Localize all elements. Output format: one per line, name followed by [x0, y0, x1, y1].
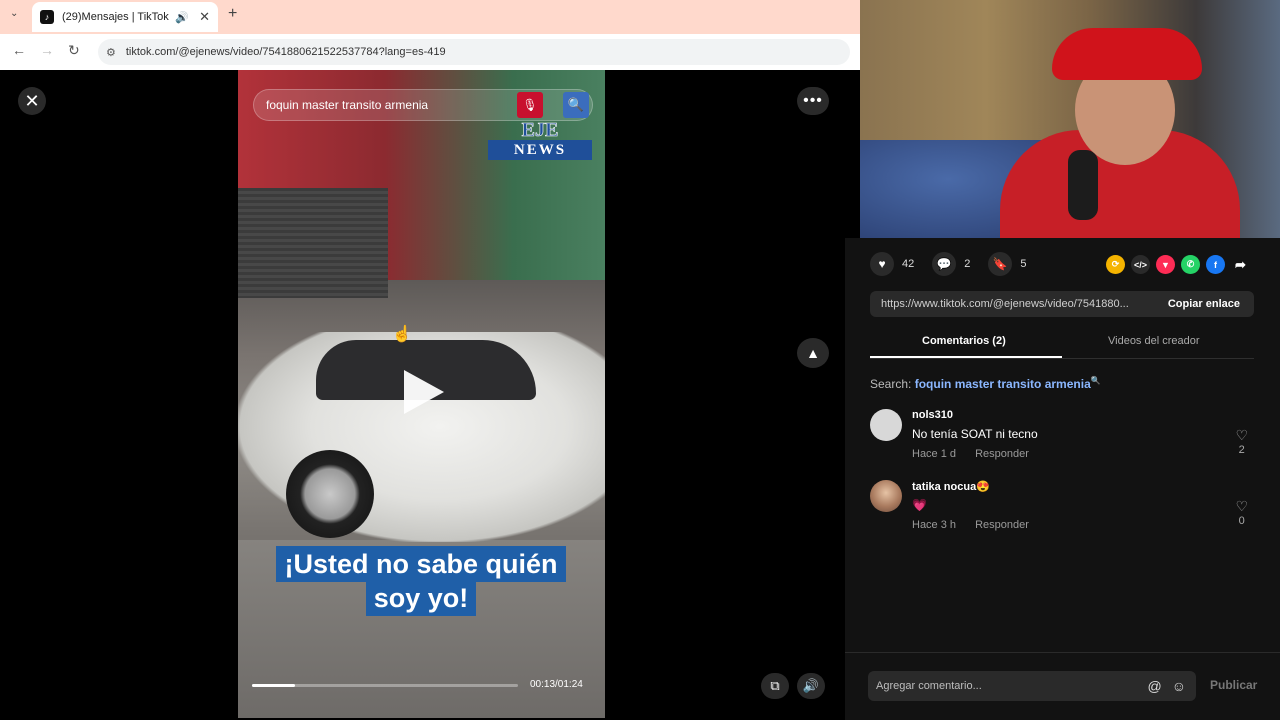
more-icon: •••	[803, 92, 823, 109]
send-icon[interactable]: ▼	[1156, 255, 1175, 274]
repost-icon[interactable]: ⟳	[1106, 255, 1125, 274]
tiktok-favicon-icon: ♪	[40, 10, 54, 24]
video-progress-fill	[252, 684, 295, 687]
active-tab-indicator	[870, 356, 1062, 358]
play-icon[interactable]	[404, 370, 444, 414]
share-arrow-icon[interactable]: ➦	[1231, 255, 1250, 274]
whatsapp-icon[interactable]: ✆	[1181, 255, 1200, 274]
related-search[interactable]: Search: foquin master transito armenia🔍	[870, 376, 1101, 391]
embed-icon[interactable]: </>	[1131, 255, 1150, 274]
comment-username[interactable]: tatika nocua😍	[912, 480, 990, 493]
tab-creator-videos[interactable]: Videos del creador	[1108, 335, 1200, 347]
comment-item: tatika nocua😍 💗 Hace 3 h Responder ♡ 0	[870, 480, 1254, 536]
webcam-microphone	[1068, 150, 1098, 220]
facebook-icon[interactable]: f	[1206, 255, 1225, 274]
pip-icon: ⧉	[770, 678, 780, 693]
close-icon: ✕	[24, 90, 40, 111]
address-text: tiktok.com/@ejenews/video/75418806215225…	[125, 46, 446, 58]
browser-tab[interactable]: ♪ (29)Mensajes | TikTok 🔊 ✕	[32, 2, 218, 32]
overlay-search-text: foquin master transito armenia	[266, 98, 429, 112]
comment-count: 2	[964, 258, 971, 270]
caption-line-2: soy yo!	[365, 580, 477, 616]
webcam-person-cap	[1052, 28, 1202, 80]
comment-icon[interactable]: 💬	[932, 252, 957, 276]
avatar[interactable]	[870, 409, 902, 441]
chevron-up-icon: ▲	[806, 345, 820, 361]
brand-line-1: EJE	[521, 119, 559, 141]
share-icons: ⟳ </> ▼ ✆ f ➦	[1106, 255, 1250, 274]
tab-title: (29)Mensajes | TikTok	[62, 11, 169, 23]
tab-strip: ⌄ ♪ (29)Mensajes | TikTok 🔊 ✕ +	[0, 0, 860, 34]
comment-placeholder: Agregar comentario...	[876, 680, 982, 692]
comment-meta: Hace 3 h Responder	[912, 519, 1029, 531]
copy-link-button[interactable]: Copiar enlace	[1168, 298, 1240, 310]
caption-line-1: ¡Usted no sabe quién	[276, 546, 566, 582]
copy-link-row: https://www.tiktok.com/@ejenews/video/75…	[870, 291, 1254, 317]
like-count: 42	[902, 258, 915, 270]
mention-icon[interactable]: @	[1147, 678, 1161, 694]
tab-search-icon[interactable]: ⌄	[10, 8, 18, 19]
avatar[interactable]	[870, 480, 902, 512]
microphone-icon: 🎙	[517, 92, 543, 118]
previous-video-button[interactable]: ▲	[797, 338, 829, 368]
search-icon: 🔍	[563, 92, 589, 118]
eje-news-logo: EJE NEWS	[488, 120, 592, 162]
browser-toolbar: ← → ↻ ⚙ tiktok.com/@ejenews/video/754188…	[0, 34, 860, 70]
webcam-overlay	[860, 0, 1280, 238]
brand-line-2: NEWS	[488, 140, 592, 160]
reload-icon[interactable]: ↻	[68, 42, 80, 59]
engagement-stats: ♥ 42 💬 2 🔖 5	[870, 252, 1045, 276]
video-time: 00:13/01:24	[530, 679, 583, 690]
reply-button[interactable]: Responder	[975, 519, 1029, 531]
forward-icon[interactable]: →	[40, 42, 54, 58]
video-scene-shutter	[238, 188, 388, 298]
comment-meta: Hace 1 d Responder	[912, 448, 1029, 460]
tab-close-icon[interactable]: ✕	[199, 9, 210, 25]
browser-chrome: ⌄ ♪ (29)Mensajes | TikTok 🔊 ✕ + ← → ↻ ⚙ …	[0, 0, 860, 70]
address-bar[interactable]: ⚙ tiktok.com/@ejenews/video/754188062152…	[98, 39, 850, 65]
video-overlay-search: foquin master transito armenia 🎙 🔍	[253, 89, 593, 121]
hand-cursor-icon: ☝	[392, 326, 412, 343]
save-count: 5	[1020, 258, 1027, 270]
emoji-icon[interactable]: ☺	[1172, 678, 1186, 694]
comment-text: No tenía SOAT ni tecno	[912, 427, 1038, 441]
composer-divider	[845, 652, 1280, 653]
heart-outline-icon[interactable]: ♡	[1235, 427, 1248, 444]
related-search-keyword[interactable]: foquin master transito armenia	[915, 377, 1091, 391]
site-info-icon[interactable]: ⚙	[106, 46, 116, 59]
related-search-prefix: Search:	[870, 377, 912, 391]
comment-like[interactable]: ♡ 2	[1235, 427, 1248, 456]
bookmark-icon[interactable]: 🔖	[988, 252, 1013, 276]
comment-time: Hace 3 h	[912, 519, 957, 531]
video-scene-wheel	[286, 450, 374, 538]
video-link: https://www.tiktok.com/@ejenews/video/75…	[881, 298, 1129, 310]
floating-player-button[interactable]: ⧉	[761, 673, 789, 699]
panel-tabs: Comentarios (2) Videos del creador	[870, 330, 1254, 359]
video-progress-bar[interactable]	[252, 684, 518, 687]
small-search-icon: 🔍	[1090, 376, 1101, 385]
comment-username[interactable]: nols310	[912, 409, 953, 421]
comment-input[interactable]: Agregar comentario... @ ☺	[868, 671, 1196, 701]
comment-item: nols310 No tenía SOAT ni tecno Hace 1 d …	[870, 409, 1254, 465]
more-options-button[interactable]: •••	[797, 87, 829, 115]
tab-comments[interactable]: Comentarios (2)	[922, 335, 1006, 347]
speaker-icon: 🔊	[802, 678, 820, 693]
heart-outline-icon[interactable]: ♡	[1235, 498, 1248, 515]
comment-like[interactable]: ♡ 0	[1235, 498, 1248, 527]
comment-time: Hace 1 d	[912, 448, 957, 460]
heart-icon[interactable]: ♥	[870, 252, 894, 276]
video-player[interactable]: foquin master transito armenia 🎙 🔍 EJE N…	[238, 70, 605, 718]
comment-like-count: 0	[1238, 515, 1245, 527]
tab-audio-icon[interactable]: 🔊	[175, 11, 189, 24]
volume-button[interactable]: 🔊	[797, 673, 825, 699]
video-caption: ¡Usted no sabe quién soy yo!	[262, 546, 580, 616]
comment-like-count: 2	[1238, 444, 1245, 456]
close-video-button[interactable]: ✕	[18, 87, 46, 115]
reply-button[interactable]: Responder	[975, 448, 1029, 460]
publish-button[interactable]: Publicar	[1210, 678, 1257, 692]
back-icon[interactable]: ←	[12, 42, 26, 58]
comment-text: 💗	[912, 498, 927, 512]
new-tab-icon[interactable]: +	[228, 5, 237, 23]
